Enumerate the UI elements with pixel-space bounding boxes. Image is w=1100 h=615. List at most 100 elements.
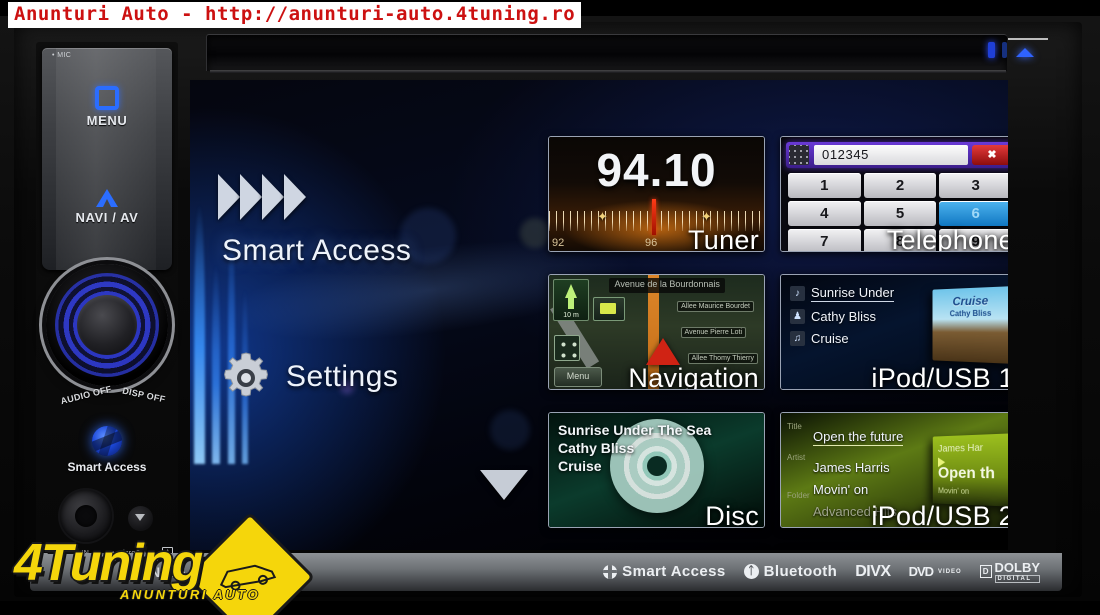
navi-chevron-icon	[94, 188, 120, 208]
map-street-name: Avenue de la Bourdonnais	[614, 279, 720, 289]
triple-chevron-icon	[218, 174, 318, 220]
logo-sublabel: VIDEO	[938, 568, 962, 575]
disp-off-label: DISP OFF	[121, 385, 167, 405]
keypad-key-selected[interactable]: 6	[939, 201, 1008, 226]
chevron	[284, 174, 306, 220]
eject-area[interactable]	[988, 36, 1048, 70]
sd-triangle-icon	[135, 514, 145, 521]
watermark-sub-text: ANUNTURI AUTO	[120, 587, 261, 602]
logo-divx: DIVX	[855, 562, 891, 581]
bokeh-dot	[490, 410, 530, 450]
turn-direction-box: 10 m	[553, 279, 589, 321]
tile-ipod-usb-2[interactable]: Title Artist Folder Open the future Jame…	[780, 412, 1008, 528]
tile-caption-ipod-usb-2: iPod/USB 2	[871, 501, 1008, 528]
artwork-title: Open th	[938, 464, 996, 483]
album-artwork: Cruise Cathy Bliss	[932, 286, 1008, 364]
logo-label: DOLBY	[994, 560, 1041, 575]
navi-av-button[interactable]: NAVI / AV	[42, 188, 172, 225]
ipod1-track-list: ♪ Sunrise Under ♟ Cathy Bliss ♫ Cruise	[790, 285, 938, 353]
album-artwork: James Har Open th Movin' on	[932, 433, 1008, 507]
head-unit-face: • MIC MENU NAVI / AV AUDIO OFF DISP OFF …	[14, 22, 1082, 597]
site-logo-watermark: 4Tuning ANUNTURI AUTO	[8, 511, 316, 615]
keypad-key[interactable]: 7	[788, 229, 861, 251]
list-item: ♪ Sunrise Under	[790, 285, 938, 302]
keypad-key[interactable]: 2	[863, 173, 937, 198]
tile-caption-disc: Disc	[705, 501, 759, 528]
keypad-key[interactable]: 1	[788, 173, 861, 198]
logo-bluetooth: ᛏ Bluetooth	[743, 563, 838, 580]
turn-arrow-icon	[565, 284, 577, 298]
field-label-title: Title	[787, 422, 802, 431]
list-item: ♫ Cruise	[790, 331, 938, 346]
field-label-folder: Folder	[787, 491, 810, 500]
status-led	[988, 42, 995, 58]
map-sign-inner	[600, 303, 616, 314]
menu-button[interactable]: MENU	[42, 86, 172, 128]
globe-icon	[603, 564, 618, 579]
map-poi-label: Allee Maurice Bourdet	[677, 301, 754, 312]
bluetooth-icon: ᛏ	[743, 564, 759, 579]
artwork-subtitle: Movin' on	[938, 486, 970, 496]
phone-number-input[interactable]: 012345	[814, 145, 968, 165]
track-title: Open the future	[813, 429, 904, 446]
chevron-down-icon[interactable]	[480, 470, 528, 500]
track-artist: Cathy Bliss	[811, 309, 877, 324]
audio-off-label: AUDIO OFF	[59, 383, 113, 407]
album-icon: ♫	[790, 331, 805, 346]
left-control-panel: • MIC MENU NAVI / AV AUDIO OFF DISP OFF …	[36, 42, 178, 562]
knob-cap[interactable]	[77, 295, 137, 355]
menu-item-smart-access[interactable]: Smart Access	[222, 234, 411, 268]
map-menu-button[interactable]: Menu	[554, 367, 602, 387]
keypad-key[interactable]: 4	[788, 201, 861, 226]
globe-icon	[92, 426, 122, 456]
site-watermark-banner: Anunturi Auto - http://anunturi-auto.4tu…	[8, 2, 582, 28]
logo-dolby-digital: D DOLBY DIGITAL	[979, 560, 1041, 583]
head-unit-chassis: • MIC MENU NAVI / AV AUDIO OFF DISP OFF …	[0, 16, 1100, 601]
menu-button-label: MENU	[86, 113, 128, 128]
turn-distance: 10 m	[563, 312, 579, 319]
screenshot-root: Anunturi Auto - http://anunturi-auto.4tu…	[0, 0, 1100, 615]
track-title: Sunrise Under	[811, 285, 895, 302]
navi-av-button-label: NAVI / AV	[75, 210, 139, 225]
smart-access-button[interactable]: Smart Access	[36, 426, 178, 474]
tile-disc[interactable]: Sunrise Under The Sea Cathy Bliss Cruise…	[548, 412, 765, 528]
artwork-artist: James Har	[938, 442, 984, 455]
list-item: ♟ Cathy Bliss	[790, 309, 938, 324]
logo-label: DVD	[908, 564, 934, 579]
map-street-banner: Avenue de la Bourdonnais	[609, 278, 726, 293]
gear-icon[interactable]	[218, 350, 274, 406]
menu-item-settings[interactable]: Settings	[286, 360, 398, 394]
turn-arrow-stem	[568, 297, 574, 309]
track-album: Cruise	[811, 331, 849, 346]
tile-tuner[interactable]: 94.10 ✦ ✦ 92 96 Tuner	[548, 136, 765, 252]
phone-number-value: 012345	[822, 147, 869, 162]
keypad-key[interactable]: 3	[939, 173, 1008, 198]
keypad-grid-icon[interactable]	[789, 145, 809, 165]
logo-label: Smart Access	[622, 563, 726, 580]
backspace-x-icon[interactable]: ✖	[972, 145, 1008, 165]
tile-ipod-usb-1[interactable]: ♪ Sunrise Under ♟ Cathy Bliss ♫ Cruise C…	[780, 274, 1008, 390]
tile-telephone[interactable]: 012345 ✖ 1 2 3 4 5 6 7 8 9 Telephone	[780, 136, 1008, 252]
map-sign	[593, 297, 625, 321]
tile-caption-ipod-usb-1: iPod/USB 1	[871, 363, 1008, 390]
chevron	[218, 174, 240, 220]
lcd-screen[interactable]: Smart Access Settings 94.10 ✦ ✦ 92 96 Tu…	[190, 80, 1008, 550]
eject-triangle-icon[interactable]	[1016, 48, 1034, 57]
track-artist: James Harris	[813, 460, 890, 475]
smart-access-button-label: Smart Access	[67, 460, 147, 474]
disc-slot-edge	[210, 70, 1006, 73]
logo-label: DIVX	[855, 562, 891, 580]
tile-caption-navigation: Navigation	[628, 363, 759, 390]
logo-smart-access: Smart Access	[603, 563, 725, 580]
telephone-entry-bar: 012345 ✖	[786, 142, 1008, 168]
bokeh-dot	[520, 218, 550, 248]
disc-slot[interactable]	[206, 34, 1007, 71]
dolby-mark-icon: D	[979, 565, 992, 578]
keypad-key[interactable]: 5	[863, 201, 937, 226]
tile-navigation[interactable]: Avenue de la Bourdonnais 10 m Menu Allee…	[548, 274, 765, 390]
logo-label: Bluetooth	[763, 563, 838, 580]
volume-knob[interactable]	[46, 264, 168, 386]
vehicle-position-marker	[645, 338, 680, 365]
preset-star-icon: ✦	[597, 209, 608, 224]
map-view-toggle-icon[interactable]	[554, 335, 580, 361]
